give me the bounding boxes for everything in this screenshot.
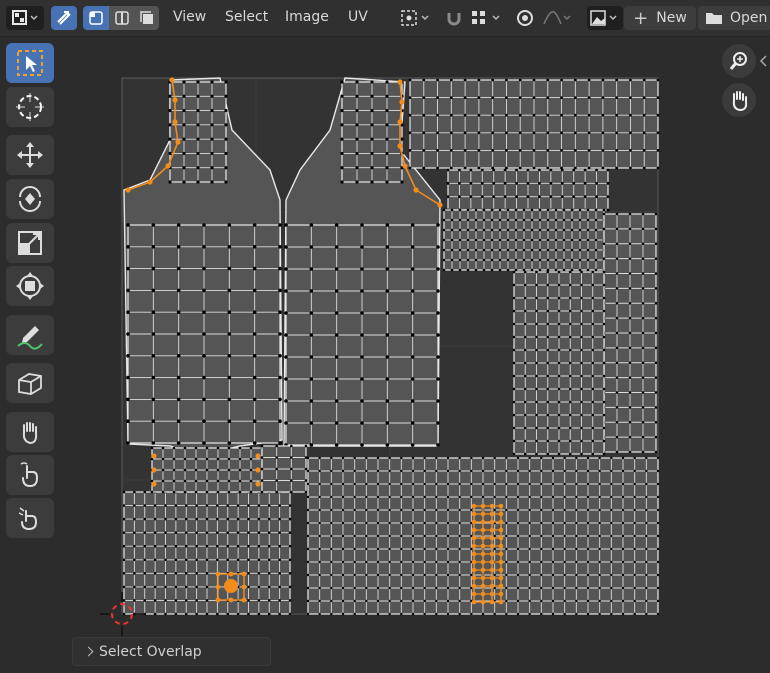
island-sleeve-top[interactable] (408, 78, 660, 170)
browse-image-dropdown[interactable] (587, 6, 623, 30)
last-operator-panel[interactable]: Select Overlap (72, 637, 271, 666)
snap-grid-icon (472, 11, 500, 24)
snap-toggle[interactable] (442, 6, 466, 30)
selected-vertex[interactable] (397, 143, 403, 149)
move-tool[interactable] (6, 135, 54, 175)
edge-select-mode-button[interactable] (109, 6, 134, 30)
selected-vertex[interactable] (255, 481, 261, 487)
uv-editor-icon (12, 10, 38, 25)
scale-icon (18, 231, 42, 255)
vertex-select-mode-button[interactable] (83, 6, 109, 30)
operator-label: Select Overlap (99, 644, 202, 660)
hand-icon (22, 422, 38, 445)
relax-finger-icon (20, 462, 39, 488)
select-box-icon (17, 50, 43, 76)
pan-view-button[interactable] (722, 83, 756, 117)
cursor-icon (16, 93, 44, 121)
menu-image[interactable]: Image (285, 9, 329, 25)
selected-vertex[interactable] (255, 453, 261, 459)
new-image-label: New (656, 10, 687, 26)
pivot-point-dropdown[interactable] (398, 6, 436, 30)
menu-select[interactable]: Select (225, 9, 268, 25)
select-box-tool[interactable] (6, 43, 54, 83)
face-mode-icon (139, 11, 153, 24)
selected-vertex[interactable] (147, 179, 153, 185)
selected-vertex[interactable] (437, 202, 443, 208)
island-front-right-grid[interactable] (284, 223, 440, 447)
selected-vertex[interactable] (151, 467, 157, 473)
selected-vertex[interactable] (125, 187, 131, 193)
plus-icon: + (633, 7, 649, 29)
open-image-button[interactable]: Open (698, 6, 770, 30)
pinch-finger-icon (18, 507, 38, 531)
zoom-view-button[interactable] (722, 44, 756, 78)
annotate-tool[interactable] (6, 315, 54, 355)
selected-vertex[interactable] (255, 467, 261, 473)
face-select-mode-button[interactable] (134, 6, 159, 30)
selected-vertex[interactable] (402, 163, 408, 169)
cursor-tool[interactable] (6, 87, 54, 127)
zoom-magnifier-icon (729, 52, 747, 70)
image-icon (590, 10, 617, 26)
relax-tool[interactable] (6, 455, 54, 495)
island-small-panel[interactable] (512, 270, 606, 456)
rip-region-tool[interactable] (6, 363, 54, 403)
menu-uv[interactable]: UV (348, 9, 368, 25)
edge-mode-icon (114, 11, 129, 25)
uv-viewport[interactable] (0, 37, 770, 673)
transform-icon (16, 272, 44, 300)
falloff-curve-icon (543, 11, 571, 25)
island-cuff-strip[interactable] (442, 208, 606, 272)
sidebar-toggle-icon[interactable] (758, 54, 768, 68)
sync-selection-toggle[interactable] (51, 6, 77, 30)
island-strap-right[interactable] (340, 80, 404, 184)
menu-view[interactable]: View (173, 9, 206, 25)
selected-vertex[interactable] (172, 119, 178, 125)
vertex-mode-icon (89, 11, 103, 25)
grab-tool[interactable] (6, 412, 54, 452)
proportional-editing-toggle[interactable] (513, 6, 537, 30)
annotate-pencil-icon (17, 326, 43, 350)
island-collar[interactable] (122, 490, 292, 616)
island-front-left-grid[interactable] (126, 223, 282, 445)
selected-vertex[interactable] (413, 187, 419, 193)
selected-vertex[interactable] (151, 481, 157, 487)
scale-tool[interactable] (6, 223, 54, 263)
expand-chevron-icon (83, 646, 94, 657)
falloff-dropdown[interactable] (540, 6, 574, 30)
rotate-icon (19, 186, 41, 212)
selected-vertex[interactable] (172, 97, 178, 103)
move-arrows-icon (17, 142, 43, 168)
transform-tool[interactable] (6, 266, 54, 306)
island-sleeve-band[interactable] (446, 168, 610, 212)
pinch-tool[interactable] (6, 498, 54, 538)
island-placket[interactable] (260, 444, 308, 494)
open-image-label: Open (730, 10, 768, 26)
selected-vertex[interactable] (175, 139, 181, 145)
folder-icon (706, 13, 722, 24)
sync-arrows-icon (57, 11, 71, 25)
selected-vertex[interactable] (399, 99, 405, 105)
selected-vertex[interactable] (165, 163, 171, 169)
snap-element-dropdown[interactable] (468, 6, 508, 30)
new-image-button[interactable]: + New (624, 6, 696, 30)
island-side-panel[interactable] (602, 212, 658, 454)
rip-region-icon (18, 373, 42, 395)
uv-canvas[interactable] (0, 37, 770, 673)
selected-vertex[interactable] (151, 453, 157, 459)
pivot-icon (401, 10, 429, 26)
selected-vertex[interactable] (397, 79, 403, 85)
rotate-tool[interactable] (6, 179, 54, 219)
pan-hand-icon (732, 91, 748, 112)
editor-type-selector[interactable] (6, 6, 44, 30)
magnet-icon (447, 13, 461, 26)
selected-vertex[interactable] (169, 77, 175, 83)
uv-editor-header: View Select Image UV + New Open (0, 0, 770, 37)
island-collar-top[interactable] (150, 446, 264, 494)
proportional-circle-icon (517, 10, 533, 26)
selected-vertex[interactable] (397, 119, 403, 125)
